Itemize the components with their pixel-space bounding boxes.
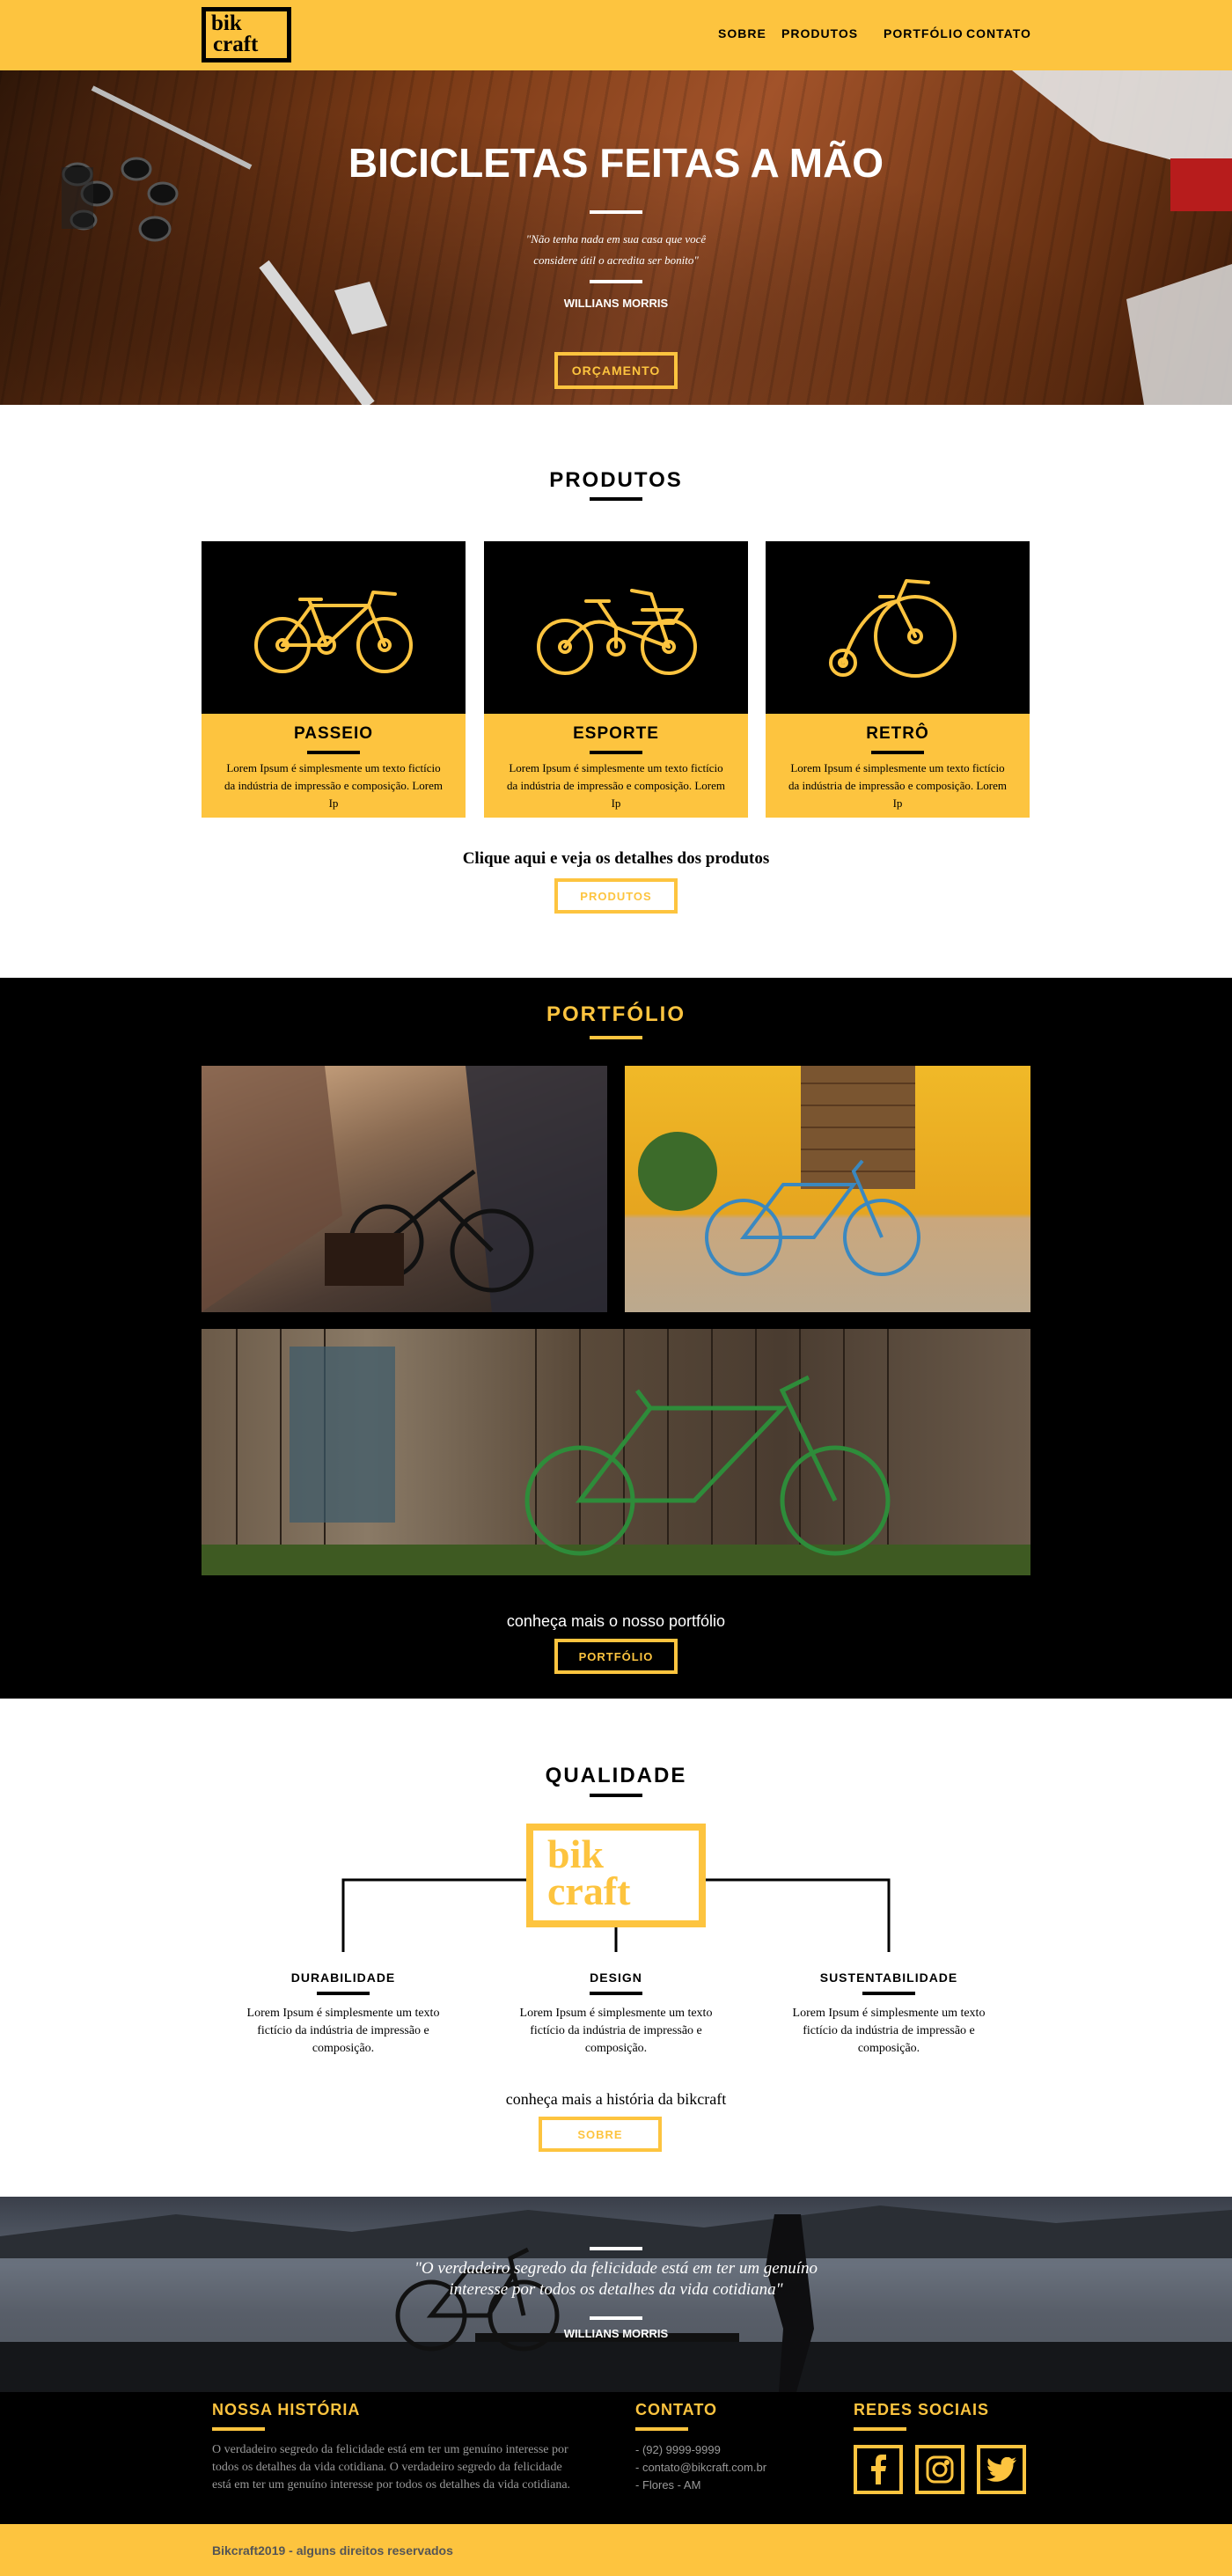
contact-location: - Flores - AM <box>635 2478 701 2492</box>
footer-bottom-bar: Bikcraft2019 - alguns direitos reservado… <box>0 2524 1232 2576</box>
qualidade-item-text: Lorem Ipsum é simplesmente um texto fict… <box>519 2007 713 2055</box>
contact-phone[interactable]: - (92) 9999-9999 <box>635 2441 766 2459</box>
footer-redes-underline <box>854 2427 906 2431</box>
sobre-button[interactable]: SOBRE <box>539 2117 662 2152</box>
banner-author: WILLIANS MORRIS <box>563 2327 669 2340</box>
qualidade-item-text: Lorem Ipsum é simplesmente um texto fict… <box>792 2007 986 2055</box>
qualidade-logo: bik craft <box>526 1824 706 1927</box>
wooden-fence-bike-image <box>202 1329 1030 1575</box>
qualidade-logo-line1: bik <box>547 1831 604 1876</box>
logo-line1: bik <box>211 11 242 35</box>
nav-link-portfolio[interactable]: PORTFÓLIO <box>884 26 964 40</box>
produtos-title: PRODUTOS <box>549 468 683 492</box>
product-name: ESPORTE <box>573 724 659 743</box>
hero-quote-line2: considere útil o acredita ser bonito" <box>533 253 699 267</box>
portfolio-section: PORTFÓLIO conheça mais o nosso portfólio… <box>0 978 1232 1699</box>
product-card-retro[interactable]: RETRÔ Lorem Ipsum é simplesmente um text… <box>766 541 1030 818</box>
contact-email[interactable]: - contato@bikcraft.com.br <box>635 2459 766 2477</box>
portfolio-cta-text: conheça mais o nosso portfólio <box>506 1612 726 1630</box>
logo-line2: craft <box>213 33 259 56</box>
hero-quote-line1: "Não tenha nada em sua casa que você <box>525 232 707 246</box>
hero-quote: "Não tenha nada em sua casa que você con… <box>493 229 739 271</box>
produtos-underline <box>590 497 642 501</box>
nav-link-produtos[interactable]: PRODUTOS <box>781 26 858 40</box>
qualidade-durabilidade: DURABILIDADE Lorem Ipsum é simplesmente … <box>233 1971 453 2058</box>
footer-contato-title: CONTATO <box>635 2401 717 2418</box>
portfolio-photo-wooden-fence[interactable] <box>202 1329 1030 1575</box>
logo[interactable]: bik craft <box>202 7 291 62</box>
footer-redes-title: REDES SOCIAIS <box>854 2401 990 2418</box>
hero-divider-2 <box>590 280 642 283</box>
nav-link-sobre[interactable]: SOBRE <box>718 26 766 40</box>
product-image <box>766 541 1030 714</box>
qualidade-item-text: Lorem Ipsum é simplesmente um texto fict… <box>246 2007 440 2055</box>
twitter-link[interactable] <box>977 2445 1026 2494</box>
qualidade-cta-text: conheça mais a história da bikcraft <box>505 2090 727 2108</box>
hero-author: WILLIANS MORRIS <box>563 297 669 310</box>
product-card-passeio[interactable]: PASSEIO Lorem Ipsum é simplesmente um te… <box>202 541 466 818</box>
banner-divider <box>590 2247 642 2250</box>
footer-contato-list: - (92) 9999-9999 - contato@bikcraft.com.… <box>635 2441 766 2494</box>
product-description: Lorem Ipsum é simplesmente um texto fict… <box>506 761 725 810</box>
yellow-wall-bike-image <box>638 1066 920 1276</box>
site-footer <box>0 2392 1232 2524</box>
qualidade-design: DESIGN Lorem Ipsum é simplesmente um tex… <box>506 1971 726 2058</box>
product-card-esporte[interactable]: ESPORTE Lorem Ipsum é simplesmente um te… <box>484 541 748 818</box>
site-header: bik craft SOBRE PRODUTOS PORTFÓLIO CONTA… <box>0 0 1232 70</box>
hero-title: BICICLETAS FEITAS A MÃO <box>348 140 884 186</box>
banner-quote: "O verdadeiro segredo da felicidade está… <box>0 2258 1232 2301</box>
portfolio-photo-yellow-wall[interactable] <box>625 1066 1030 1312</box>
qualidade-logo-line2: craft <box>547 1868 631 1913</box>
hero-divider <box>590 210 642 214</box>
orcamento-button[interactable]: ORÇAMENTO <box>554 352 678 389</box>
footer-historia-underline <box>212 2427 265 2431</box>
qualidade-item-title: SUSTENTABILIDADE <box>819 1971 958 1985</box>
product-image <box>202 541 466 714</box>
instagram-icon <box>926 2455 954 2484</box>
cruiser-bike-icon <box>537 589 697 675</box>
hero: BICICLETAS FEITAS A MÃO "Não tenha nada … <box>0 70 1232 405</box>
footer-contato-underline <box>635 2427 688 2431</box>
produtos-button[interactable]: PRODUTOS <box>554 878 678 914</box>
product-name: PASSEIO <box>293 724 374 743</box>
portfolio-title: PORTFÓLIO <box>546 1002 686 1026</box>
penny-farthing-icon <box>829 579 957 678</box>
banner-divider-2 <box>590 2316 642 2320</box>
product-image <box>484 541 748 714</box>
produtos-cta-text: Clique aqui e veja os detalhes dos produ… <box>462 849 770 868</box>
city-bike-icon <box>254 591 413 673</box>
facebook-link[interactable] <box>854 2445 903 2494</box>
footer-historia-title: NOSSA HISTÓRIA <box>212 2401 361 2418</box>
portfolio-photo-street[interactable] <box>202 1066 607 1312</box>
nav-link-contato[interactable]: CONTATO <box>966 26 1031 40</box>
facebook-icon <box>871 2455 886 2484</box>
banner-quote-line1: "O verdadeiro segredo da felicidade está… <box>414 2259 818 2278</box>
instagram-link[interactable] <box>915 2445 964 2494</box>
portfolio-underline <box>590 1036 642 1039</box>
qualidade-title: QUALIDADE <box>545 1764 687 1787</box>
portfolio-button[interactable]: PORTFÓLIO <box>554 1639 678 1674</box>
product-name: RETRÔ <box>866 724 929 743</box>
twitter-icon <box>986 2457 1016 2482</box>
qualidade-sustentabilidade: SUSTENTABILIDADE Lorem Ipsum é simplesme… <box>779 1971 999 2058</box>
qualidade-item-title: DURABILIDADE <box>290 1971 396 1985</box>
street-bikes-image <box>202 1066 607 1312</box>
quote-banner: "O verdadeiro segredo da felicidade está… <box>0 2197 1232 2392</box>
banner-quote-line2: interesse por todos os detalhes da vida … <box>449 2280 783 2299</box>
qualidade-item-title: DESIGN <box>590 1971 642 1985</box>
product-description: Lorem Ipsum é simplesmente um texto fict… <box>788 761 1007 810</box>
footer-historia-text: O verdadeiro segredo da felicidade está … <box>212 2443 571 2492</box>
qualidade-underline <box>590 1794 642 1797</box>
product-description: Lorem Ipsum é simplesmente um texto fict… <box>224 761 443 810</box>
copyright-text: Bikcraft2019 - alguns direitos reservado… <box>212 2543 453 2558</box>
